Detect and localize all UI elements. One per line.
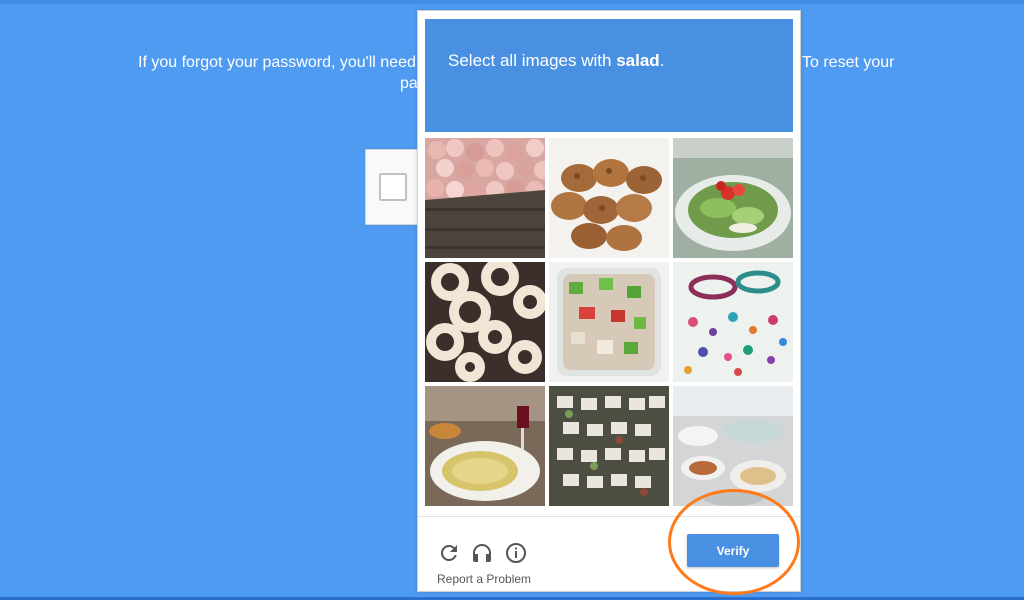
muffins-image bbox=[549, 138, 669, 258]
challenge-prompt: Select all images with salad. bbox=[448, 51, 664, 71]
image-grid bbox=[425, 138, 793, 506]
image-tile-7[interactable] bbox=[425, 386, 545, 506]
background-text-line1-left: If you forgot your password, you'll need bbox=[138, 54, 416, 71]
headphones-icon[interactable] bbox=[470, 541, 494, 565]
beads-image bbox=[673, 262, 793, 382]
background-text-line2-left: pa bbox=[400, 75, 418, 92]
info-icon[interactable] bbox=[504, 541, 528, 565]
image-tile-1[interactable] bbox=[425, 138, 545, 258]
recaptcha-checkbox[interactable] bbox=[379, 173, 407, 201]
prompt-prefix: Select all images with bbox=[448, 51, 612, 70]
top-strip bbox=[0, 0, 1024, 4]
salad-bowl-image bbox=[549, 262, 669, 382]
salad-plate-image bbox=[673, 138, 793, 258]
dinner-table-image bbox=[425, 386, 545, 506]
verify-button[interactable]: Verify bbox=[687, 534, 779, 567]
reload-icon[interactable] bbox=[437, 541, 461, 565]
recaptcha-anchor[interactable] bbox=[365, 149, 418, 225]
image-tile-4[interactable] bbox=[425, 262, 545, 382]
prompt-keyword: salad bbox=[616, 51, 660, 70]
image-tile-2[interactable] bbox=[549, 138, 669, 258]
onion-rings-image bbox=[425, 262, 545, 382]
apples-crate-image bbox=[425, 138, 545, 258]
background-text-line1-right: To reset your bbox=[802, 54, 895, 71]
image-tile-6[interactable] bbox=[673, 262, 793, 382]
image-tile-5[interactable] bbox=[549, 262, 669, 382]
challenge-footer: Report a Problem Verify bbox=[418, 516, 800, 592]
image-tile-3[interactable] bbox=[673, 138, 793, 258]
pastries-image bbox=[549, 386, 669, 506]
report-problem-link[interactable]: Report a Problem bbox=[437, 572, 531, 586]
image-tile-8[interactable] bbox=[549, 386, 669, 506]
captcha-challenge-dialog: Select all images with salad. Report a P… bbox=[417, 10, 801, 592]
challenge-header: Select all images with salad. bbox=[425, 19, 793, 132]
image-tile-9[interactable] bbox=[673, 386, 793, 506]
buffet-image bbox=[673, 386, 793, 506]
prompt-suffix: . bbox=[659, 51, 665, 70]
